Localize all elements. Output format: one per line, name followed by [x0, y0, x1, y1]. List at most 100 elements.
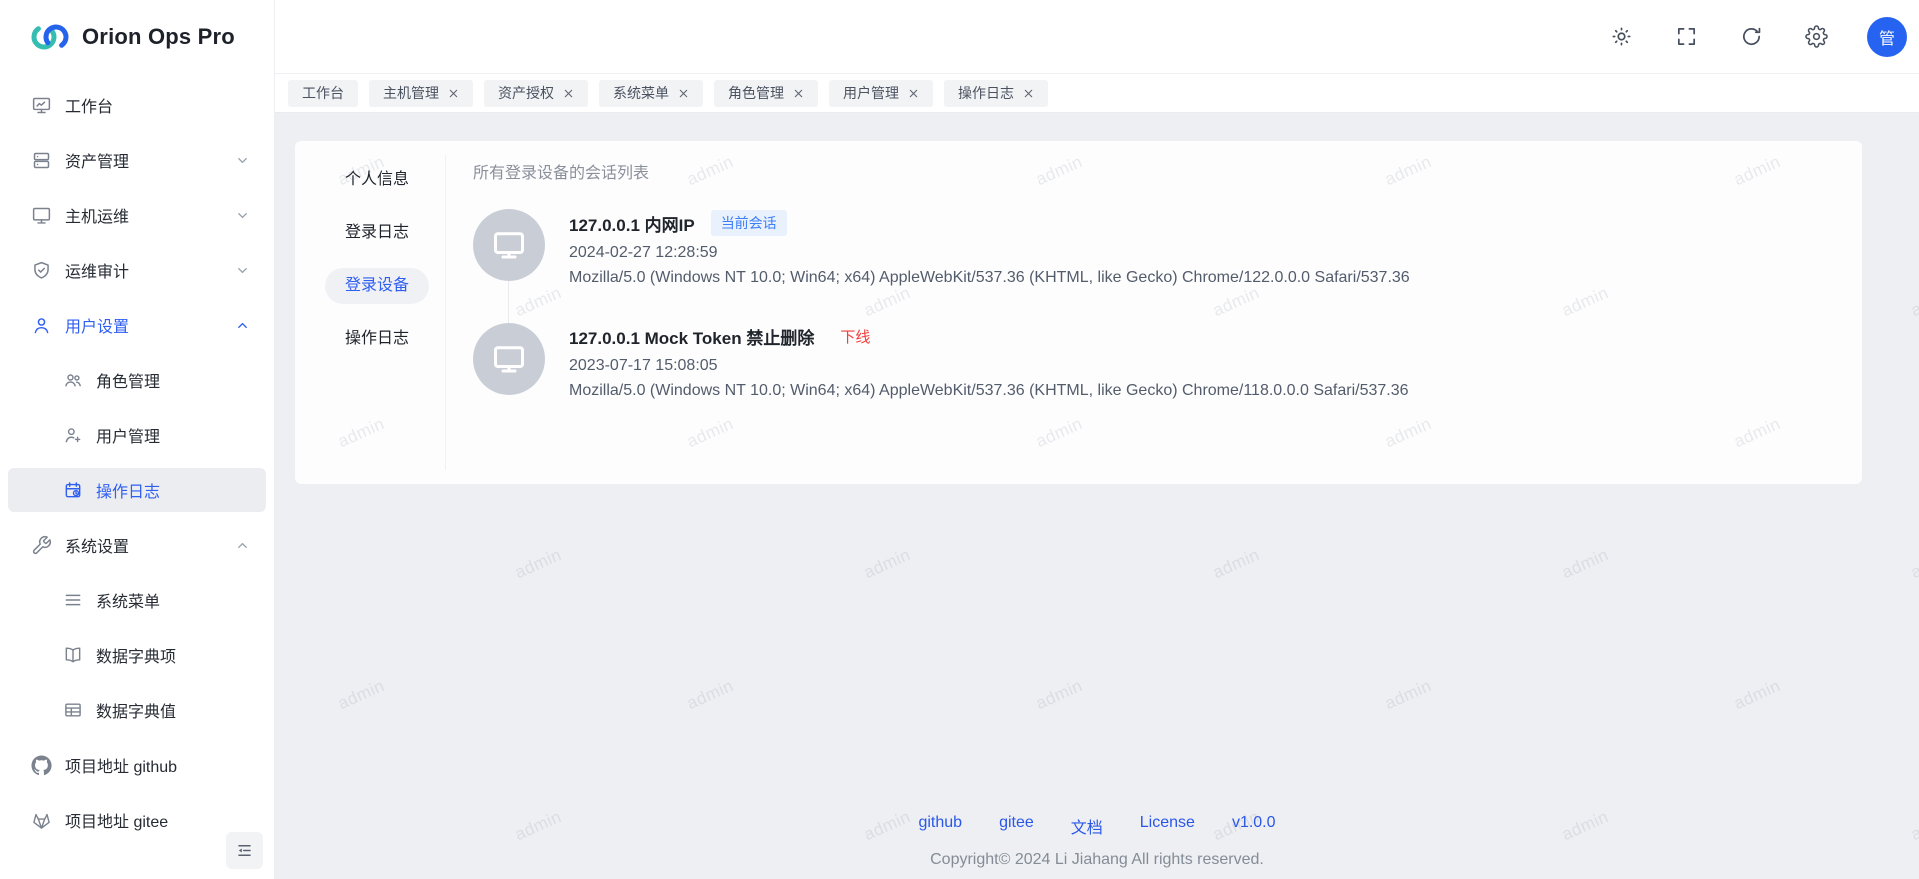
refresh-icon[interactable] — [1737, 23, 1765, 51]
session-info: 127.0.0.1 内网IP 当前会话 2024-02-27 12:28:59 … — [569, 209, 1410, 287]
footer-link-gitee[interactable]: gitee — [999, 814, 1034, 838]
shield-check-icon — [30, 259, 52, 281]
sidebar-item-github[interactable]: 项目地址 github — [8, 743, 266, 787]
profile-menu-item-personal-info[interactable]: 个人信息 — [325, 162, 429, 198]
panel-title: 所有登录设备的会话列表 — [473, 159, 1842, 183]
tab-user-management[interactable]: 用户管理 — [829, 80, 933, 107]
sidebar-item-assets[interactable]: 资产管理 — [8, 138, 266, 182]
sidebar-item-dict-item[interactable]: 数据字典项 — [8, 633, 266, 677]
session-list: 127.0.0.1 内网IP 当前会话 2024-02-27 12:28:59 … — [473, 209, 1842, 400]
sidebar-item-label: 项目地址 github — [65, 753, 177, 777]
sidebar-item-label: 用户管理 — [96, 423, 160, 447]
server-icon — [30, 149, 52, 171]
monitor-icon — [491, 227, 527, 263]
session-time: 2024-02-27 12:28:59 — [569, 244, 1410, 262]
close-icon[interactable] — [678, 88, 689, 99]
user-add-icon — [63, 425, 83, 445]
tab-system-menu[interactable]: 系统菜单 — [599, 80, 703, 107]
close-icon[interactable] — [448, 88, 459, 99]
page-footer: github gitee 文档 License v1.0.0 Copyright… — [275, 814, 1919, 869]
sidebar-item-user-settings[interactable]: 用户设置 — [8, 303, 266, 347]
profile-card: 个人信息 登录日志 登录设备 操作日志 所有登录设备的会话列表 — [295, 141, 1862, 484]
workbench-icon — [30, 94, 52, 116]
sidebar-item-label: 工作台 — [65, 93, 113, 117]
sidebar-item-role-management[interactable]: 角色管理 — [8, 358, 266, 402]
content-area: adminadminadminadminadminadminadminadmin… — [275, 113, 1919, 879]
tab-host-management[interactable]: 主机管理 — [369, 80, 473, 107]
sidebar-item-audit[interactable]: 运维审计 — [8, 248, 266, 292]
footer-link-docs[interactable]: 文档 — [1071, 814, 1103, 838]
fullscreen-icon[interactable] — [1672, 23, 1700, 51]
calendar-log-icon — [63, 480, 83, 500]
close-icon[interactable] — [908, 88, 919, 99]
session-time: 2023-07-17 15:08:05 — [569, 357, 1409, 375]
tab-strip: 工作台 主机管理 资产授权 系统菜单 角色管理 用户管理 操作日志 — [275, 73, 1919, 113]
close-icon[interactable] — [793, 88, 804, 99]
close-icon[interactable] — [1023, 88, 1034, 99]
tab-operation-log[interactable]: 操作日志 — [944, 80, 1048, 107]
table-icon — [63, 700, 83, 720]
monitor-icon — [30, 204, 52, 226]
session-title: 127.0.0.1 内网IP — [569, 211, 695, 236]
sidebar-item-label: 项目地址 gitee — [65, 808, 168, 832]
monitor-icon — [491, 341, 527, 377]
tab-label: 操作日志 — [958, 83, 1014, 103]
device-circle — [473, 323, 545, 395]
chevron-down-icon — [235, 153, 250, 168]
sidebar-item-system-menu[interactable]: 系统菜单 — [8, 578, 266, 622]
sidebar-collapse-button[interactable] — [226, 832, 263, 869]
tab-label: 资产授权 — [498, 83, 554, 103]
sidebar-item-label: 用户设置 — [65, 313, 129, 337]
tab-asset-authorization[interactable]: 资产授权 — [484, 80, 588, 107]
side-menu: 工作台 资产管理 主机运维 运维审计 — [0, 73, 274, 842]
theme-toggle-icon[interactable] — [1607, 23, 1635, 51]
sidebar-item-label: 主机运维 — [65, 203, 129, 227]
logo[interactable]: Orion Ops Pro — [0, 0, 274, 73]
chevron-up-icon — [235, 318, 250, 333]
settings-gear-icon[interactable] — [1802, 23, 1830, 51]
chevron-up-icon — [235, 538, 250, 553]
sidebar-item-user-management[interactable]: 用户管理 — [8, 413, 266, 457]
footer-link-license[interactable]: License — [1140, 814, 1195, 838]
wrench-icon — [30, 534, 52, 556]
session-row: 127.0.0.1 内网IP 当前会话 2024-02-27 12:28:59 … — [473, 209, 1842, 287]
current-session-badge: 当前会话 — [711, 210, 787, 236]
github-icon — [30, 754, 52, 776]
main-column: 管 工作台 主机管理 资产授权 系统菜单 角色管理 用户管理 操作日志 — [275, 0, 1919, 879]
sidebar-item-label: 数据字典项 — [96, 643, 176, 667]
tab-workbench[interactable]: 工作台 — [288, 80, 358, 107]
profile-menu-item-login-devices[interactable]: 登录设备 — [325, 268, 429, 304]
sidebar-item-workbench[interactable]: 工作台 — [8, 83, 266, 127]
timeline-connector — [508, 281, 509, 327]
device-circle — [473, 209, 545, 281]
sidebar-item-label: 系统菜单 — [96, 588, 160, 612]
offline-action-link[interactable]: 下线 — [840, 326, 870, 347]
chevron-down-icon — [235, 208, 250, 223]
close-icon[interactable] — [563, 88, 574, 99]
menu-fold-icon — [235, 841, 254, 860]
sidebar-item-host-ops[interactable]: 主机运维 — [8, 193, 266, 237]
sidebar-item-operation-log[interactable]: 操作日志 — [8, 468, 266, 512]
tab-role-management[interactable]: 角色管理 — [714, 80, 818, 107]
profile-menu: 个人信息 登录日志 登录设备 操作日志 — [295, 141, 445, 484]
sidebar-item-label: 数据字典值 — [96, 698, 176, 722]
footer-link-version[interactable]: v1.0.0 — [1232, 814, 1276, 838]
sidebar-item-label: 运维审计 — [65, 258, 129, 282]
footer-link-github[interactable]: github — [918, 814, 962, 838]
user-icon — [30, 314, 52, 336]
profile-menu-item-login-log[interactable]: 登录日志 — [325, 215, 429, 251]
user-avatar[interactable]: 管 — [1867, 17, 1907, 57]
app-logo-icon — [28, 18, 72, 56]
sidebar-item-system-settings[interactable]: 系统设置 — [8, 523, 266, 567]
footer-links: github gitee 文档 License v1.0.0 — [918, 814, 1275, 838]
session-user-agent: Mozilla/5.0 (Windows NT 10.0; Win64; x64… — [569, 269, 1410, 287]
users-icon — [63, 370, 83, 390]
tab-label: 用户管理 — [843, 83, 899, 103]
gitee-icon — [30, 809, 52, 831]
session-panel: 所有登录设备的会话列表 127.0.0.1 内网IP 当前会话 2024- — [446, 141, 1862, 484]
menu-lines-icon — [63, 590, 83, 610]
sidebar-item-dict-value[interactable]: 数据字典值 — [8, 688, 266, 732]
sidebar-item-label: 角色管理 — [96, 368, 160, 392]
tab-label: 系统菜单 — [613, 83, 669, 103]
profile-menu-item-operation-log[interactable]: 操作日志 — [325, 321, 429, 357]
